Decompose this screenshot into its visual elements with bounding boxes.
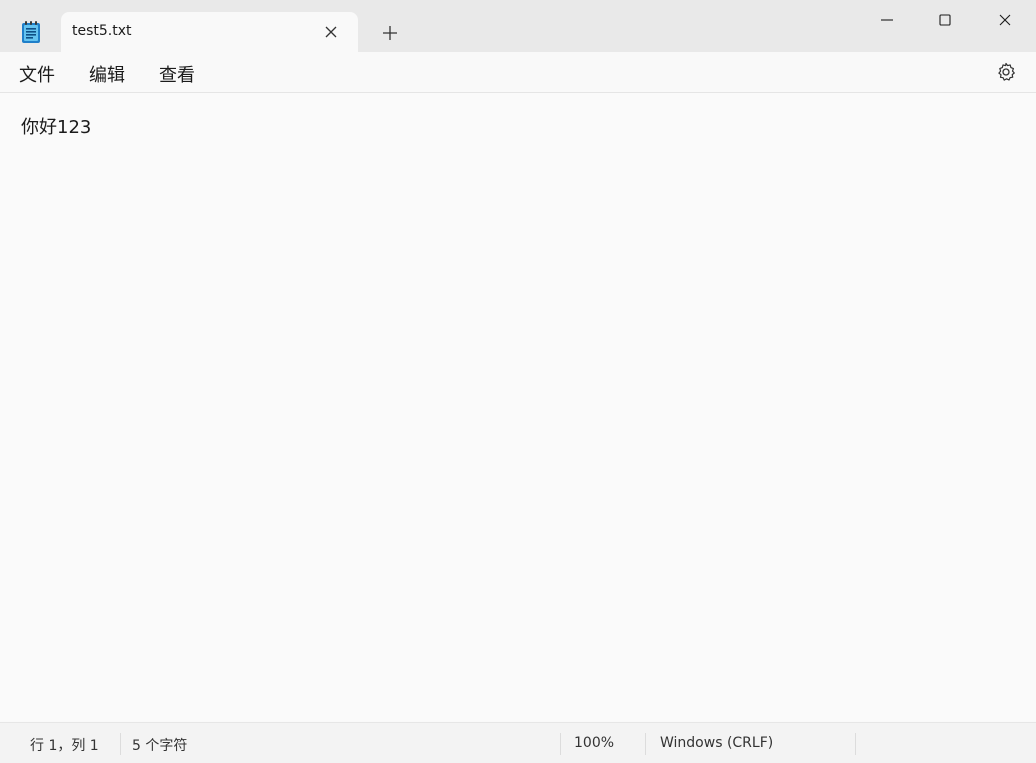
close-icon xyxy=(999,14,1011,26)
status-divider xyxy=(855,733,856,755)
status-divider xyxy=(120,733,121,755)
menu-view[interactable]: 查看 xyxy=(159,61,195,87)
status-bar: 行 1，列 1 5 个字符 100% Windows (CRLF) xyxy=(0,722,1036,763)
character-count: 5 个字符 xyxy=(132,738,188,754)
line-ending[interactable]: Windows (CRLF) xyxy=(660,735,773,751)
status-divider xyxy=(560,733,561,755)
notepad-icon xyxy=(20,20,42,44)
editor-content: 你好123 xyxy=(21,117,92,138)
zoom-level[interactable]: 100% xyxy=(574,735,614,751)
status-divider xyxy=(645,733,646,755)
close-icon[interactable] xyxy=(319,20,343,44)
gear-icon[interactable] xyxy=(994,60,1018,84)
text-editor[interactable]: 你好123 xyxy=(0,93,1036,721)
minimize-icon xyxy=(881,19,893,21)
cursor-position[interactable]: 行 1，列 1 xyxy=(30,735,99,755)
close-button[interactable] xyxy=(976,0,1034,40)
title-bar[interactable]: test5.txt xyxy=(0,0,1036,52)
menu-file[interactable]: 文件 xyxy=(19,61,55,87)
menu-bar: 文件 编辑 查看 xyxy=(0,52,1036,93)
minimize-button[interactable] xyxy=(858,0,916,40)
tab-test5[interactable]: test5.txt xyxy=(61,12,358,52)
maximize-icon xyxy=(939,14,951,26)
menu-edit[interactable]: 编辑 xyxy=(89,61,125,87)
plus-icon[interactable] xyxy=(378,21,402,45)
tab-title: test5.txt xyxy=(72,23,132,39)
notepad-window: test5.txt 文件 编辑 查看 你好123 行 1，列 1 5 个字符 1… xyxy=(0,0,1036,763)
maximize-button[interactable] xyxy=(916,0,974,40)
